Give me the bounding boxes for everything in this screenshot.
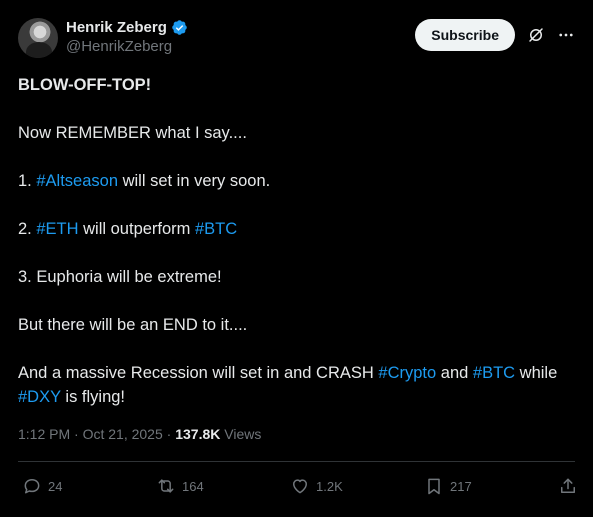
text-closing: And a massive Recession will set in and … [18, 364, 558, 406]
views-count: 137.8K [175, 426, 221, 442]
hashtag-btc[interactable]: #BTC [473, 364, 515, 382]
author-handle[interactable]: @HenrikZeberg [66, 38, 188, 55]
reply-count: 24 [48, 478, 63, 494]
more-icon[interactable] [557, 26, 575, 44]
share-icon [561, 478, 575, 493]
text-line-end: But there will be an END to it.... [18, 316, 248, 334]
tweet: Henrik Zeberg @HenrikZeberg Subscribe BL… [0, 0, 593, 517]
text-item-2: 2. #ETH will outperform #BTC [18, 220, 238, 238]
text-item-1: 1. #Altseason will set in very soon. [18, 172, 271, 190]
bookmark-button[interactable]: 217 [424, 470, 472, 502]
grok-icon[interactable] [527, 26, 545, 44]
like-button[interactable]: 1.2K [290, 470, 343, 502]
share-button[interactable] [558, 470, 578, 502]
bookmark-icon [428, 478, 440, 495]
action-bar: 24 164 1.2K 217 [18, 470, 579, 502]
avatar[interactable] [18, 18, 58, 58]
hashtag-btc[interactable]: #BTC [195, 220, 237, 238]
tweet-text: BLOW-OFF-TOP! Now REMEMBER what I say...… [18, 73, 586, 409]
views-label: Views [220, 426, 262, 442]
bookmark-count: 217 [450, 478, 472, 494]
verified-badge-icon [172, 20, 187, 35]
hashtag-dxy[interactable]: #DXY [18, 388, 61, 406]
reply-icon [24, 479, 40, 494]
heart-icon [293, 479, 307, 494]
text-item-3: 3. Euphoria will be extreme! [18, 268, 222, 286]
subscribe-button[interactable]: Subscribe [415, 19, 515, 51]
tweet-date[interactable]: Oct 21, 2025 [83, 426, 163, 442]
tweet-time[interactable]: 1:12 PM [18, 426, 70, 442]
hashtag-crypto[interactable]: #Crypto [378, 364, 436, 382]
like-count: 1.2K [316, 478, 343, 494]
repost-icon [158, 479, 174, 493]
hashtag-altseason[interactable]: #Altseason [36, 172, 118, 190]
tweet-header: Henrik Zeberg @HenrikZeberg Subscribe [18, 16, 579, 58]
hashtag-eth[interactable]: #ETH [36, 220, 78, 238]
repost-count: 164 [182, 478, 204, 494]
name-row: Henrik Zeberg [66, 19, 188, 36]
author-name[interactable]: Henrik Zeberg [66, 19, 167, 36]
author-info: Henrik Zeberg @HenrikZeberg [66, 19, 188, 55]
tweet-meta: 1:12 PM · Oct 21, 2025 · 137.8K Views [18, 426, 262, 442]
text-line-headline: BLOW-OFF-TOP! [18, 76, 152, 94]
text-line-remember: Now REMEMBER what I say.... [18, 124, 247, 142]
reply-button[interactable]: 24 [22, 470, 62, 502]
repost-button[interactable]: 164 [156, 470, 204, 502]
divider [18, 461, 575, 462]
